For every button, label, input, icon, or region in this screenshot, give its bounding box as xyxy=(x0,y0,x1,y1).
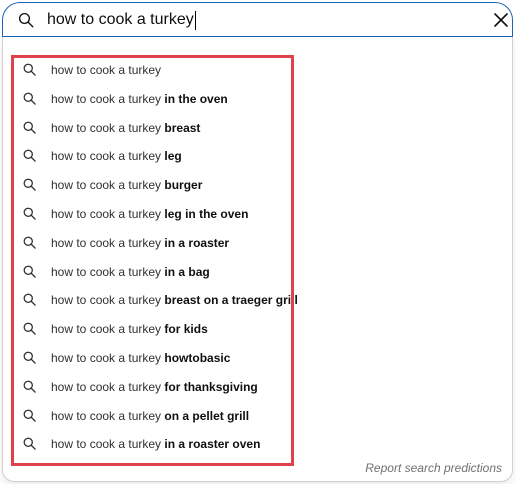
suggestion-item[interactable]: how to cook a turkey in the oven xyxy=(6,85,294,113)
search-input[interactable] xyxy=(47,8,467,32)
suggestion-text: how to cook a turkey xyxy=(51,62,161,78)
suggestion-completion: breast on a traeger grill xyxy=(161,293,298,308)
search-icon xyxy=(23,207,36,220)
suggestion-item[interactable]: how to cook a turkey leg xyxy=(6,142,294,170)
search-icon xyxy=(23,92,36,105)
suggestion-item[interactable]: how to cook a turkey in a bag xyxy=(6,258,294,286)
search-icon xyxy=(23,149,36,163)
search-icon xyxy=(23,322,36,335)
suggestion-text: how to cook a turkey in the oven xyxy=(51,91,228,107)
suggestion-prefix: how to cook a turkey xyxy=(51,264,162,279)
suggestion-item[interactable]: how to cook a turkey for kids xyxy=(6,315,294,343)
suggestion-completion: breast xyxy=(161,120,201,135)
suggestion-text: how to cook a turkey for kids xyxy=(51,321,208,337)
search-icon xyxy=(23,265,36,278)
suggestion-item[interactable]: how to cook a turkey howtobasic xyxy=(6,344,294,372)
suggestion-text: how to cook a turkey burger xyxy=(51,177,202,193)
suggestion-item[interactable]: how to cook a turkey in a roaster oven xyxy=(6,430,294,458)
suggestion-item[interactable]: how to cook a turkey on a pellet grill xyxy=(6,402,294,430)
suggestion-text: how to cook a turkey in a roaster xyxy=(51,235,229,251)
search-icon xyxy=(23,380,36,393)
report-search-predictions-link[interactable]: Report search predictions xyxy=(365,461,502,475)
suggestion-completion: leg xyxy=(161,149,182,164)
suggestion-completion: in a bag xyxy=(161,264,210,279)
suggestion-prefix: how to cook a turkey xyxy=(51,408,162,423)
suggestion-prefix: how to cook a turkey xyxy=(51,63,162,77)
suggestion-text: how to cook a turkey leg xyxy=(51,148,182,164)
suggestion-completion: for kids xyxy=(161,322,208,337)
suggestion-completion: burger xyxy=(161,178,203,193)
suggestion-item[interactable]: how to cook a turkey xyxy=(6,56,294,84)
suggestion-prefix: how to cook a turkey xyxy=(51,149,162,164)
suggestion-text: how to cook a turkey howtobasic xyxy=(51,350,230,366)
suggestion-item[interactable]: how to cook a turkey leg in the oven xyxy=(6,200,294,228)
suggestion-prefix: how to cook a turkey xyxy=(51,120,162,135)
suggestion-text: how to cook a turkey for thanksgiving xyxy=(51,379,258,395)
suggestion-completion: leg in the oven xyxy=(161,207,249,221)
suggestion-prefix: how to cook a turkey xyxy=(51,91,162,106)
search-icon xyxy=(23,437,36,451)
close-icon[interactable] xyxy=(493,12,509,28)
suggestion-prefix: how to cook a turkey xyxy=(51,351,162,365)
suggestion-text: how to cook a turkey in a bag xyxy=(51,264,210,280)
suggestion-completion: on a pellet grill xyxy=(161,408,250,423)
text-caret xyxy=(195,11,196,30)
suggestion-item[interactable]: how to cook a turkey for thanksgiving xyxy=(6,373,294,401)
search-icon xyxy=(23,351,36,364)
suggestion-text: how to cook a turkey on a pellet grill xyxy=(51,408,249,424)
search-icon xyxy=(23,293,36,307)
suggestion-completion: in a roaster xyxy=(161,235,230,250)
suggestions-dropdown: Report search predictions how to cook a … xyxy=(2,37,513,482)
suggestion-text: how to cook a turkey in a roaster oven xyxy=(51,436,260,452)
suggestion-text: how to cook a turkey breast on a traeger… xyxy=(51,292,298,308)
suggestion-prefix: how to cook a turkey xyxy=(51,437,162,452)
search-icon xyxy=(18,12,34,28)
suggestion-text: how to cook a turkey breast xyxy=(51,120,200,136)
suggestion-prefix: how to cook a turkey xyxy=(51,293,162,308)
suggestion-item[interactable]: how to cook a turkey breast on a traeger… xyxy=(6,286,298,314)
suggestion-prefix: how to cook a turkey xyxy=(51,178,162,193)
search-icon xyxy=(23,236,36,249)
suggestion-prefix: how to cook a turkey xyxy=(51,322,162,337)
suggestion-completion: in the oven xyxy=(161,91,228,106)
search-bar[interactable] xyxy=(2,2,513,37)
suggestion-prefix: how to cook a turkey xyxy=(51,379,162,394)
suggestion-completion: in a roaster oven xyxy=(161,437,261,452)
suggestion-item[interactable]: how to cook a turkey in a roaster xyxy=(6,229,294,257)
suggestion-prefix: how to cook a turkey xyxy=(51,235,162,250)
suggestion-text: how to cook a turkey leg in the oven xyxy=(51,206,248,222)
search-icon xyxy=(23,63,36,76)
search-icon xyxy=(23,409,36,422)
search-icon xyxy=(23,178,36,191)
search-icon xyxy=(23,121,36,134)
suggestion-item[interactable]: how to cook a turkey burger xyxy=(6,171,294,199)
suggestion-prefix: how to cook a turkey xyxy=(51,207,162,221)
suggestion-item[interactable]: how to cook a turkey breast xyxy=(6,114,294,142)
suggestion-completion: for thanksgiving xyxy=(161,379,258,394)
suggestion-completion: howtobasic xyxy=(161,351,231,365)
